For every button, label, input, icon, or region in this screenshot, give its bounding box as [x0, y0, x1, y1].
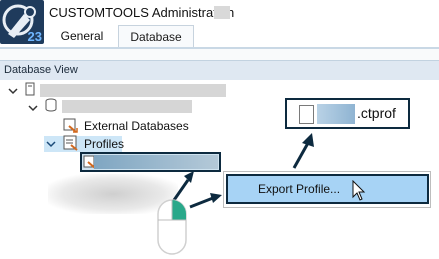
cursor-icon	[352, 179, 366, 205]
arrow-to-menu	[189, 196, 214, 209]
arrow-head-callout	[302, 133, 314, 147]
annotation-arrows	[170, 133, 314, 209]
arrow-to-callout	[292, 142, 310, 169]
arrow-head-menu	[210, 193, 222, 203]
mouse-right-click-icon	[156, 198, 188, 259]
